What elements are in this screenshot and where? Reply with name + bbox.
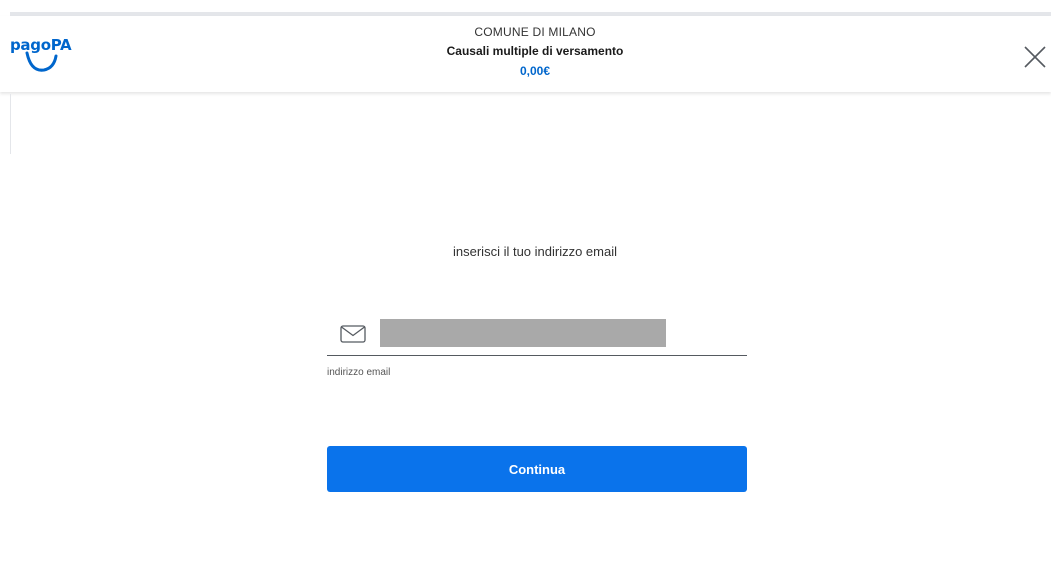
close-icon	[1024, 46, 1046, 68]
logo-arc-icon	[25, 51, 58, 72]
close-button[interactable]	[1022, 44, 1048, 70]
payment-header: pagoPA COMUNE DI MILANO Causali multiple…	[0, 16, 1051, 92]
left-divider	[10, 94, 11, 154]
email-instruction: inserisci il tuo indirizzo email	[453, 244, 617, 259]
continue-button[interactable]: Continua	[327, 446, 747, 492]
email-field[interactable]	[327, 316, 747, 356]
organization-name: COMUNE DI MILANO	[474, 25, 596, 39]
envelope-icon	[340, 325, 366, 343]
payment-amount: 0,00€	[519, 64, 551, 78]
payment-subject: Causali multiple di versamento	[446, 44, 624, 58]
email-input[interactable]	[380, 319, 666, 347]
payment-summary: COMUNE DI MILANO Causali multiple di ver…	[325, 16, 745, 79]
pagopa-logo: pagoPA	[10, 34, 74, 80]
payment-page: pagoPA COMUNE DI MILANO Causali multiple…	[0, 0, 1051, 581]
email-field-label: indirizzo email	[327, 367, 391, 378]
